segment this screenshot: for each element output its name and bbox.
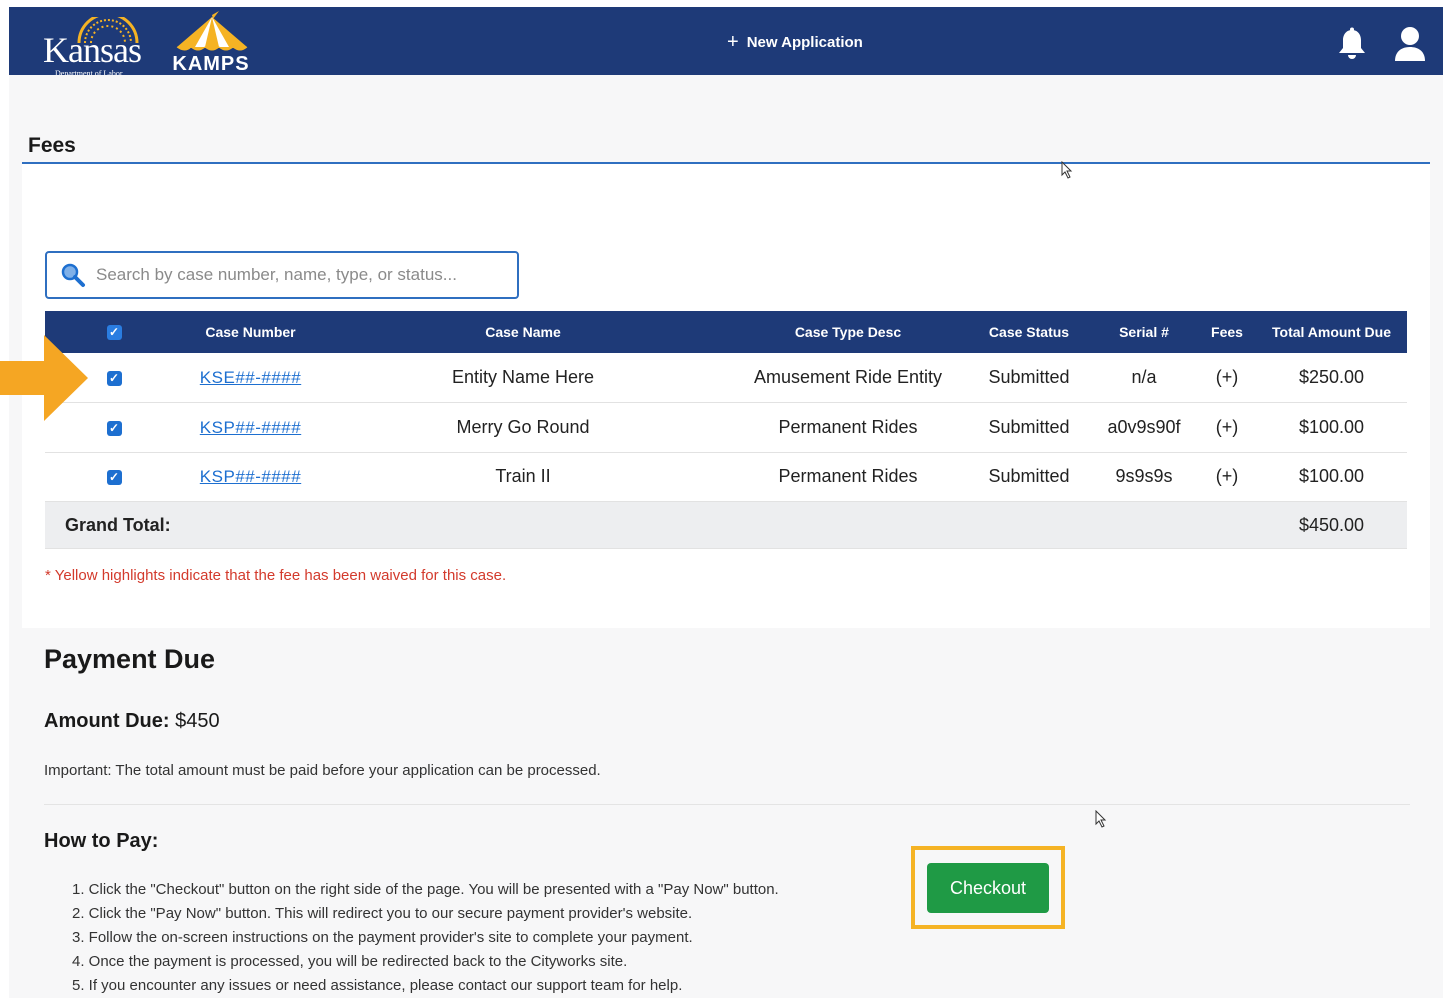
fees-expand-toggle[interactable]: (+) xyxy=(1198,402,1256,453)
amount-due-value: $450 xyxy=(175,710,220,732)
fees-title: Fees xyxy=(28,134,76,157)
divider xyxy=(44,804,1410,805)
serial-cell: 9s9s9s xyxy=(1090,452,1198,502)
list-item: 2. Click the "Pay Now" button. This will… xyxy=(72,905,693,922)
arrow-right-icon xyxy=(0,335,88,421)
search-input[interactable] xyxy=(96,265,516,285)
total-amount-cell: $100.00 xyxy=(1256,402,1407,453)
case-number-cell: KSP##-#### xyxy=(183,452,318,502)
case-name-cell: Train II xyxy=(318,452,728,502)
column-header[interactable]: Total Amount Due xyxy=(1256,311,1407,353)
case-number-link[interactable]: KSP##-#### xyxy=(200,467,301,486)
case-name-cell: Merry Go Round xyxy=(318,402,728,453)
case-name-cell: Entity Name Here xyxy=(318,353,728,403)
case-status-cell: Submitted xyxy=(968,402,1090,453)
table-row: ✓ KSP##-#### Merry Go Round Permanent Ri… xyxy=(45,402,1407,453)
bell-icon[interactable] xyxy=(1337,27,1367,61)
top-navbar: Kansas Department of Labor KAMPS + New A… xyxy=(9,7,1443,78)
fees-expand-toggle[interactable]: (+) xyxy=(1198,353,1256,403)
payment-steps-list: 1. Click the "Checkout" button on the ri… xyxy=(72,880,779,998)
table-row: ✓ KSP##-#### Train II Permanent Rides Su… xyxy=(45,452,1407,502)
case-type-cell: Amusement Ride Entity xyxy=(728,353,968,403)
grand-total-value: $450.00 xyxy=(1256,501,1407,549)
column-header[interactable]: Case Type Desc xyxy=(728,311,968,353)
search-box[interactable] xyxy=(45,251,519,299)
case-status-cell: Submitted xyxy=(968,452,1090,502)
column-header[interactable]: Serial # xyxy=(1090,311,1198,353)
checkbox-checked-icon[interactable]: ✓ xyxy=(106,420,122,436)
case-number-link[interactable]: KSP##-#### xyxy=(200,418,301,437)
fees-expand-toggle[interactable]: (+) xyxy=(1198,452,1256,502)
list-item: 3. Follow the on-screen instructions on … xyxy=(72,929,693,946)
column-header[interactable]: Fees xyxy=(1198,311,1256,353)
important-note: Important: The total amount must be paid… xyxy=(44,762,601,779)
mouse-pointer-icon xyxy=(1061,161,1073,179)
tent-icon xyxy=(176,11,248,51)
list-item: 1. Click the "Checkout" button on the ri… xyxy=(72,881,779,898)
list-item: 5. If you encounter any issues or need a… xyxy=(72,977,683,994)
checkbox-checked-icon[interactable]: ✓ xyxy=(106,370,122,386)
kansas-logo-text: Kansas xyxy=(43,30,142,70)
case-type-cell: Permanent Rides xyxy=(728,402,968,453)
kansas-dol-logo[interactable]: Kansas Department of Labor xyxy=(43,17,147,78)
column-header[interactable]: Case Status xyxy=(968,311,1090,353)
checkbox-checked-icon[interactable]: ✓ xyxy=(106,325,122,341)
row-select-cell[interactable]: ✓ xyxy=(45,452,183,502)
amount-due-label: Amount Due: xyxy=(44,710,170,732)
total-amount-cell: $100.00 xyxy=(1256,452,1407,502)
case-type-cell: Permanent Rides xyxy=(728,452,968,502)
how-to-pay-title: How to Pay: xyxy=(44,830,159,852)
column-header[interactable]: Case Number xyxy=(183,311,318,353)
search-icon xyxy=(61,263,85,287)
table-header-row: ✓ Case Number Case Name Case Type Desc C… xyxy=(45,311,1407,353)
grand-total-row: Grand Total: $450.00 xyxy=(45,501,1407,549)
grand-total-label: Grand Total: xyxy=(45,501,1256,549)
waiver-note: * Yellow highlights indicate that the fe… xyxy=(45,567,507,584)
serial-cell: a0v9s90f xyxy=(1090,402,1198,453)
fees-table: ✓ Case Number Case Name Case Type Desc C… xyxy=(45,311,1407,549)
table-row: ✓ KSE##-#### Entity Name Here Amusement … xyxy=(45,353,1407,403)
payment-due-title: Payment Due xyxy=(44,644,216,674)
mouse-pointer-icon xyxy=(1095,810,1107,828)
case-number-link[interactable]: KSE##-#### xyxy=(200,368,301,387)
column-header[interactable]: Case Name xyxy=(318,311,728,353)
amount-due: Amount Due: $450 xyxy=(44,710,220,733)
checkbox-checked-icon[interactable]: ✓ xyxy=(106,470,122,485)
list-item: 4. Once the payment is processed, you wi… xyxy=(72,953,628,970)
new-application-label: New Application xyxy=(746,33,863,51)
case-number-cell: KSP##-#### xyxy=(183,402,318,453)
kamps-logo[interactable]: KAMPS xyxy=(167,11,257,75)
plus-icon: + xyxy=(727,31,739,53)
checkout-button[interactable]: Checkout xyxy=(927,863,1049,913)
case-status-cell: Submitted xyxy=(968,353,1090,403)
serial-cell: n/a xyxy=(1090,353,1198,403)
case-number-cell: KSE##-#### xyxy=(183,353,318,403)
new-application-button[interactable]: + New Application xyxy=(727,31,863,53)
total-amount-cell: $250.00 xyxy=(1256,353,1407,403)
kamps-logo-text: KAMPS xyxy=(172,53,250,75)
user-icon[interactable] xyxy=(1392,25,1428,63)
